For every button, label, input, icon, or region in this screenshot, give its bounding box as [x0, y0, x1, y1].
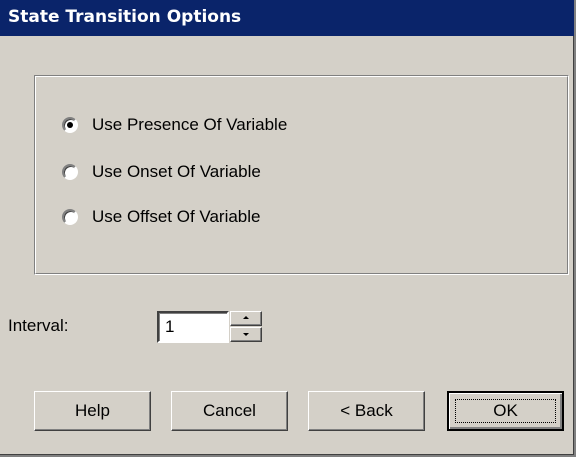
radio-use-offset[interactable]: Use Offset Of Variable [62, 205, 261, 229]
radio-button[interactable] [62, 117, 78, 133]
interval-spin-up-button[interactable] [230, 311, 262, 326]
help-button[interactable]: Help [34, 391, 151, 431]
arrow-up-icon [243, 316, 249, 319]
cancel-button-label: Cancel [203, 401, 256, 420]
interval-input[interactable]: 1 [157, 311, 229, 343]
ok-button[interactable]: OK [447, 391, 564, 431]
radio-label: Use Onset Of Variable [92, 162, 261, 181]
back-button[interactable]: < Back [308, 391, 425, 431]
radio-button[interactable] [62, 209, 78, 225]
radio-use-onset[interactable]: Use Onset Of Variable [62, 160, 261, 184]
interval-label: Interval: [8, 316, 69, 335]
state-transition-dialog: State Transition Options Use Presence Of… [0, 0, 576, 457]
back-button-label: < Back [340, 401, 393, 420]
cancel-button[interactable]: Cancel [171, 391, 288, 431]
radio-label: Use Presence Of Variable [92, 115, 288, 134]
radio-label: Use Offset Of Variable [92, 207, 261, 226]
interval-spin-down-button[interactable] [230, 327, 262, 342]
radio-selected-dot [67, 122, 73, 128]
focus-rectangle [455, 399, 556, 423]
window-title: State Transition Options [8, 7, 242, 27]
title-bar[interactable]: State Transition Options [0, 0, 574, 36]
arrow-down-icon [243, 333, 249, 336]
help-button-label: Help [75, 401, 110, 420]
radio-use-presence[interactable]: Use Presence Of Variable [62, 113, 287, 137]
radio-button[interactable] [62, 164, 78, 180]
